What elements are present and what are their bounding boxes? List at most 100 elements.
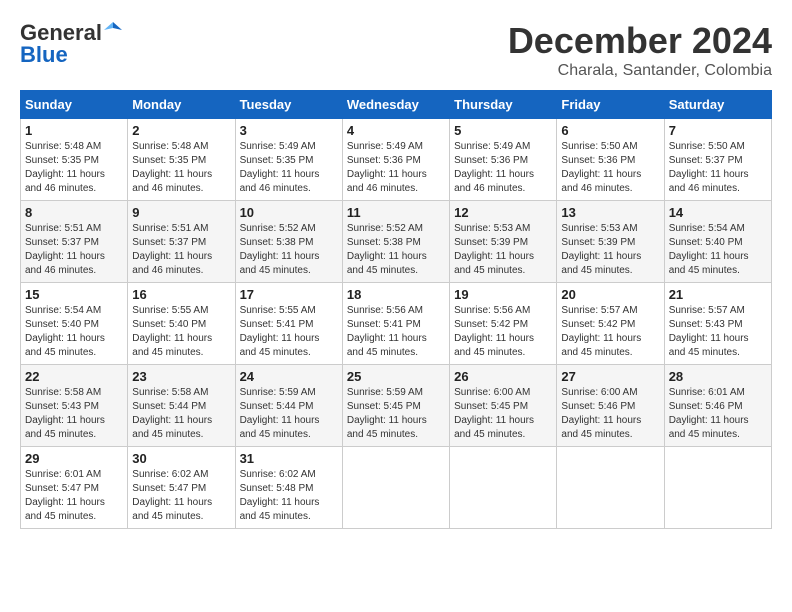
calendar-cell: 7Sunrise: 5:50 AMSunset: 5:37 PMDaylight…: [664, 119, 771, 201]
logo-blue: Blue: [20, 42, 68, 68]
calendar-cell: 23Sunrise: 5:58 AMSunset: 5:44 PMDayligh…: [128, 365, 235, 447]
calendar-cell: 8 Sunrise: 5:51 AMSunset: 5:37 PMDaylight…: [21, 201, 128, 283]
day-info: Sunrise: 5:57 AMSunset: 5:43 PMDaylight:…: [669, 304, 767, 360]
day-info: Sunrise: 5:53 AMSunset: 5:39 PMDaylight:…: [454, 222, 552, 278]
day-number: 21: [669, 287, 767, 302]
day-info: Sunrise: 5:52 AMSunset: 5:38 PMDaylight:…: [240, 222, 338, 278]
calendar-cell: 3 Sunrise: 5:49 AMSunset: 5:35 PMDaylight…: [235, 119, 342, 201]
calendar-header-saturday: Saturday: [664, 91, 771, 119]
day-number: 28: [669, 369, 767, 384]
calendar-cell: 11 Sunrise: 5:52 AMSunset: 5:38 PMDayligh…: [342, 201, 449, 283]
day-number: 3: [240, 123, 338, 138]
day-number: 11: [347, 205, 445, 220]
title-block: December 2024 Charala, Santander, Colomb…: [508, 20, 772, 80]
calendar-header-friday: Friday: [557, 91, 664, 119]
day-info: Sunrise: 5:59 AMSunset: 5:44 PMDaylight:…: [240, 386, 338, 442]
calendar-header-wednesday: Wednesday: [342, 91, 449, 119]
day-number: 7: [669, 123, 767, 138]
day-info: Sunrise: 5:49 AMSunset: 5:36 PMDaylight:…: [347, 140, 445, 196]
calendar-cell: 12 Sunrise: 5:53 AMSunset: 5:39 PMDayligh…: [450, 201, 557, 283]
day-info: Sunrise: 5:56 AMSunset: 5:42 PMDaylight:…: [454, 304, 552, 360]
day-number: 13: [561, 205, 659, 220]
calendar-cell: 6 Sunrise: 5:50 AMSunset: 5:36 PMDaylight…: [557, 119, 664, 201]
calendar-header-thursday: Thursday: [450, 91, 557, 119]
day-number: 23: [132, 369, 230, 384]
day-info: Sunrise: 5:49 AMSunset: 5:36 PMDaylight:…: [454, 140, 552, 196]
calendar-cell: 17 Sunrise: 5:55 AMSunset: 5:41 PMDayligh…: [235, 283, 342, 365]
day-number: 4: [347, 123, 445, 138]
day-number: 31: [240, 451, 338, 466]
calendar-cell: 10 Sunrise: 5:52 AMSunset: 5:38 PMDayligh…: [235, 201, 342, 283]
day-number: 5: [454, 123, 552, 138]
calendar-week-5: 29 Sunrise: 6:01 AMSunset: 5:47 PMDayligh…: [21, 447, 772, 529]
day-number: 22: [25, 369, 123, 384]
day-info: Sunrise: 6:02 AMSunset: 5:48 PMDaylight:…: [240, 468, 338, 524]
calendar-cell: 24 Sunrise: 5:59 AMSunset: 5:44 PMDayligh…: [235, 365, 342, 447]
day-info: Sunrise: 5:54 AMSunset: 5:40 PMDaylight:…: [25, 304, 123, 360]
day-info: Sunrise: 5:51 AMSunset: 5:37 PMDaylight:…: [25, 222, 123, 278]
calendar-cell: 25Sunrise: 5:59 AMSunset: 5:45 PMDayligh…: [342, 365, 449, 447]
day-info: Sunrise: 5:49 AMSunset: 5:35 PMDaylight:…: [240, 140, 338, 196]
day-info: Sunrise: 5:54 AMSunset: 5:40 PMDaylight:…: [669, 222, 767, 278]
day-number: 19: [454, 287, 552, 302]
calendar-header-tuesday: Tuesday: [235, 91, 342, 119]
day-number: 14: [669, 205, 767, 220]
calendar-week-1: 1 Sunrise: 5:48 AMSunset: 5:35 PMDaylight…: [21, 119, 772, 201]
logo: General Blue: [20, 20, 122, 68]
calendar-cell: 27 Sunrise: 6:00 AMSunset: 5:46 PMDayligh…: [557, 365, 664, 447]
calendar-cell: 20 Sunrise: 5:57 AMSunset: 5:42 PMDayligh…: [557, 283, 664, 365]
calendar-cell: 15 Sunrise: 5:54 AMSunset: 5:40 PMDayligh…: [21, 283, 128, 365]
calendar-table: SundayMondayTuesdayWednesdayThursdayFrid…: [20, 90, 772, 529]
calendar-cell: [450, 447, 557, 529]
day-number: 15: [25, 287, 123, 302]
calendar-cell: 30 Sunrise: 6:02 AMSunset: 5:47 PMDayligh…: [128, 447, 235, 529]
day-info: Sunrise: 6:00 AMSunset: 5:45 PMDaylight:…: [454, 386, 552, 442]
day-number: 1: [25, 123, 123, 138]
day-number: 10: [240, 205, 338, 220]
calendar-cell: 19 Sunrise: 5:56 AMSunset: 5:42 PMDayligh…: [450, 283, 557, 365]
day-info: Sunrise: 5:53 AMSunset: 5:39 PMDaylight:…: [561, 222, 659, 278]
day-info: Sunrise: 5:51 AMSunset: 5:37 PMDaylight:…: [132, 222, 230, 278]
calendar-cell: 18Sunrise: 5:56 AMSunset: 5:41 PMDayligh…: [342, 283, 449, 365]
day-info: Sunrise: 5:48 AMSunset: 5:35 PMDaylight:…: [132, 140, 230, 196]
day-info: Sunrise: 5:52 AMSunset: 5:38 PMDaylight:…: [347, 222, 445, 278]
day-info: Sunrise: 5:56 AMSunset: 5:41 PMDaylight:…: [347, 304, 445, 360]
calendar-cell: [557, 447, 664, 529]
day-info: Sunrise: 6:02 AMSunset: 5:47 PMDaylight:…: [132, 468, 230, 524]
calendar-cell: 26 Sunrise: 6:00 AMSunset: 5:45 PMDayligh…: [450, 365, 557, 447]
calendar-cell: 21 Sunrise: 5:57 AMSunset: 5:43 PMDayligh…: [664, 283, 771, 365]
day-info: Sunrise: 5:59 AMSunset: 5:45 PMDaylight:…: [347, 386, 445, 442]
day-number: 20: [561, 287, 659, 302]
day-info: Sunrise: 5:57 AMSunset: 5:42 PMDaylight:…: [561, 304, 659, 360]
day-info: Sunrise: 5:55 AMSunset: 5:40 PMDaylight:…: [132, 304, 230, 360]
day-number: 2: [132, 123, 230, 138]
day-number: 16: [132, 287, 230, 302]
page-header: General Blue December 2024 Charala, Sant…: [20, 20, 772, 80]
calendar-header-monday: Monday: [128, 91, 235, 119]
day-number: 8: [25, 205, 123, 220]
day-info: Sunrise: 5:48 AMSunset: 5:35 PMDaylight:…: [25, 140, 123, 196]
day-info: Sunrise: 5:55 AMSunset: 5:41 PMDaylight:…: [240, 304, 338, 360]
location-title: Charala, Santander, Colombia: [508, 62, 772, 80]
calendar-cell: 29 Sunrise: 6:01 AMSunset: 5:47 PMDayligh…: [21, 447, 128, 529]
calendar-week-3: 15 Sunrise: 5:54 AMSunset: 5:40 PMDayligh…: [21, 283, 772, 365]
month-title: December 2024: [508, 20, 772, 62]
day-number: 6: [561, 123, 659, 138]
day-number: 12: [454, 205, 552, 220]
day-number: 30: [132, 451, 230, 466]
day-number: 24: [240, 369, 338, 384]
day-number: 17: [240, 287, 338, 302]
calendar-cell: 2 Sunrise: 5:48 AMSunset: 5:35 PMDaylight…: [128, 119, 235, 201]
day-number: 27: [561, 369, 659, 384]
calendar-cell: 13 Sunrise: 5:53 AMSunset: 5:39 PMDayligh…: [557, 201, 664, 283]
calendar-cell: 14 Sunrise: 5:54 AMSunset: 5:40 PMDayligh…: [664, 201, 771, 283]
calendar-header-row: SundayMondayTuesdayWednesdayThursdayFrid…: [21, 91, 772, 119]
day-number: 29: [25, 451, 123, 466]
day-info: Sunrise: 6:01 AMSunset: 5:47 PMDaylight:…: [25, 468, 123, 524]
day-number: 26: [454, 369, 552, 384]
day-info: Sunrise: 6:01 AMSunset: 5:46 PMDaylight:…: [669, 386, 767, 442]
calendar-cell: 9 Sunrise: 5:51 AMSunset: 5:37 PMDaylight…: [128, 201, 235, 283]
day-info: Sunrise: 5:50 AMSunset: 5:36 PMDaylight:…: [561, 140, 659, 196]
day-number: 9: [132, 205, 230, 220]
day-info: Sunrise: 6:00 AMSunset: 5:46 PMDaylight:…: [561, 386, 659, 442]
